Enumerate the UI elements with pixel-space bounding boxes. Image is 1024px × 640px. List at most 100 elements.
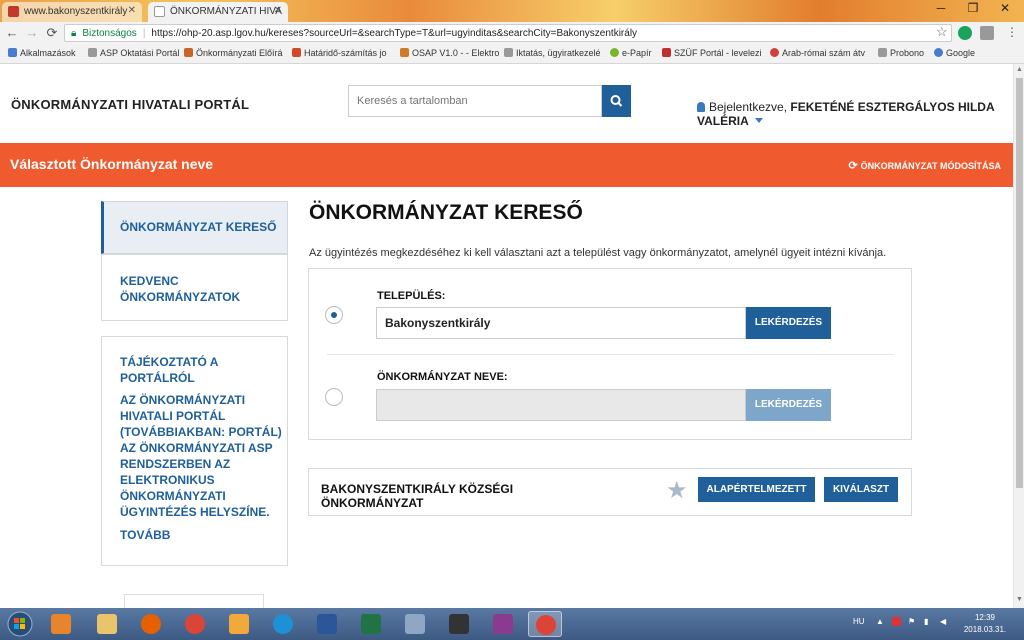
- bookmarks-bar: Alkalmazások ASP Oktatási Portál Önkormá…: [0, 44, 1024, 64]
- result-row: BAKONYSZENTKIRÁLY KÖZSÉGI ÖNKORMÁNYZAT ★…: [308, 468, 912, 516]
- info-box: TÁJÉKOZTATÓ A PORTÁLRÓL AZ ÖNKORMÁNYZATI…: [101, 336, 288, 566]
- select-button[interactable]: KIVÁLASZT: [824, 477, 898, 502]
- info-text-line: ÜGYINTÉZÉS HELYSZÍNE.: [120, 505, 270, 519]
- file-explorer-icon[interactable]: [90, 611, 124, 637]
- info-text-line: ELEKTRONIKUS: [120, 473, 215, 487]
- extension-icon[interactable]: [958, 26, 972, 40]
- scroll-down-icon[interactable]: ▼: [1016, 596, 1023, 603]
- security-label: Biztonságos: [82, 28, 137, 39]
- site-icon: [770, 48, 779, 57]
- settlement-input[interactable]: Bakonyszentkirály: [376, 307, 746, 339]
- banner-title: Választott Önkormányzat neve: [10, 156, 214, 172]
- bookmark-item[interactable]: Alkalmazások: [8, 48, 76, 58]
- result-name-line2: ÖNKORMÁNYZAT: [321, 496, 424, 510]
- windows-start-icon[interactable]: [2, 610, 38, 638]
- user-icon: [697, 102, 705, 112]
- bookmark-item[interactable]: Arab-római szám átv: [770, 48, 865, 58]
- scroll-thumb[interactable]: [1016, 78, 1023, 488]
- favorite-star-icon[interactable]: ★: [666, 476, 688, 505]
- search-input[interactable]: [348, 85, 602, 117]
- tray-app-icon[interactable]: [892, 617, 901, 626]
- chrome-active-icon[interactable]: [528, 611, 562, 637]
- clock-time: 12:39: [974, 613, 996, 622]
- tray-arrow-icon[interactable]: ▲: [876, 617, 884, 626]
- bookmark-item[interactable]: Iktatás, ügyiratkezelé: [504, 48, 601, 58]
- clock[interactable]: 12:39 2018.03.31.: [962, 612, 1008, 636]
- page-favicon-icon: [154, 6, 165, 17]
- set-default-button[interactable]: ALAPÉRTELMEZETT: [698, 477, 815, 502]
- internet-explorer-icon[interactable]: [266, 611, 300, 637]
- close-window-icon[interactable]: ✕: [992, 1, 1018, 15]
- app-icon[interactable]: [442, 611, 476, 637]
- firefox-icon[interactable]: [134, 611, 168, 637]
- maximize-icon[interactable]: ❐: [960, 1, 986, 15]
- page-scrollbar[interactable]: ▲ ▼: [1013, 64, 1024, 608]
- read-more-link[interactable]: TOVÁBB: [120, 527, 287, 543]
- minimize-icon[interactable]: ─: [928, 1, 954, 15]
- site-favicon-icon: [8, 6, 19, 17]
- flag-icon[interactable]: ⚑: [908, 617, 915, 626]
- user-menu[interactable]: Bejelentkezve, FEKETÉNÉ ESZTERGÁLYOS HIL…: [697, 100, 997, 128]
- close-tab-icon[interactable]: ✕: [128, 5, 136, 16]
- cast-icon[interactable]: [980, 26, 994, 40]
- logged-in-label: Bejelentkezve,: [709, 100, 788, 114]
- url-text: https://ohp-20.asp.lgov.hu/kereses?sourc…: [151, 28, 638, 39]
- site-icon: [662, 48, 671, 57]
- reload-icon[interactable]: ⟳: [44, 25, 60, 41]
- sidebar-item-municipality-search[interactable]: ÖNKORMÁNYZAT KERESŐ: [101, 201, 288, 254]
- info-text-line: RENDSZERBEN AZ: [120, 457, 231, 471]
- volume-icon[interactable]: ◀: [940, 617, 946, 626]
- bookmark-item[interactable]: e-Papír: [610, 48, 652, 58]
- bookmark-item[interactable]: Probono: [878, 48, 924, 58]
- browser-tab-1[interactable]: www.bakonyszentkirály ✕: [2, 2, 142, 22]
- bookmark-star-icon[interactable]: ☆: [936, 24, 948, 40]
- settlement-query-button[interactable]: LEKÉRDEZÉS: [746, 307, 831, 339]
- site-icon: [400, 48, 409, 57]
- form-divider: [327, 354, 893, 355]
- archive-icon[interactable]: [486, 611, 520, 637]
- page-icon: [504, 48, 513, 57]
- modify-municipality-link[interactable]: ⟳ ÖNKORMÁNYZAT MÓDOSÍTÁSA: [848, 159, 1001, 172]
- municipality-banner: Választott Önkormányzat neve ⟳ ÖNKORMÁNYZ…: [0, 143, 1013, 187]
- bookmark-item[interactable]: Google: [934, 48, 975, 58]
- bookmark-item[interactable]: Önkormányzati Előírá: [184, 48, 283, 58]
- back-icon[interactable]: ←: [4, 25, 20, 40]
- url-separator: |: [142, 28, 146, 39]
- page-icon: [878, 48, 887, 57]
- page-icon: [88, 48, 97, 57]
- search-button[interactable]: [602, 85, 631, 117]
- outlook-icon[interactable]: [222, 611, 256, 637]
- bookmark-item[interactable]: OSAP V1.0 - - Elektro: [400, 48, 499, 58]
- url-bar[interactable]: 🔒︎ Biztonságos | https://ohp-20.asp.lgov.hu…: [64, 24, 952, 42]
- site-header: ÖNKORMÁNYZATI HIVATALI PORTÁL Bejelentke…: [0, 64, 1013, 143]
- forward-icon[interactable]: →: [24, 25, 40, 40]
- bookmark-item[interactable]: ASP Oktatási Portál: [88, 48, 179, 58]
- excel-icon[interactable]: [354, 611, 388, 637]
- browser-tab-2[interactable]: ÖNKORMÁNYZATI HIVA ✕: [148, 2, 288, 22]
- language-indicator[interactable]: HU: [853, 617, 865, 626]
- menu-icon[interactable]: ⋮: [1006, 25, 1018, 39]
- page-title: ÖNKORMÁNYZAT KERESŐ: [309, 201, 583, 224]
- bookmark-item[interactable]: Határidő-számítás jo: [292, 48, 387, 58]
- sidebar-item-favorites[interactable]: KEDVENC ÖNKORMÁNYZATOK: [101, 254, 288, 321]
- close-tab-icon[interactable]: ✕: [274, 5, 282, 16]
- settlement-label: TELEPÜLÉS:: [377, 290, 446, 302]
- word-icon[interactable]: [310, 611, 344, 637]
- media-player-icon[interactable]: [44, 611, 78, 637]
- chrome-icon[interactable]: [178, 611, 212, 637]
- settlement-radio[interactable]: [325, 306, 343, 324]
- site-title[interactable]: ÖNKORMÁNYZATI HIVATALI PORTÁL: [11, 97, 249, 112]
- municipality-input[interactable]: [376, 389, 746, 421]
- result-name: BAKONYSZENTKIRÁLY KÖZSÉGI ÖNKORMÁNYZAT: [321, 482, 581, 510]
- os-taskbar: HU ▲ ⚑ ▮ ◀ 12:39 2018.03.31.: [0, 608, 1024, 640]
- municipality-radio[interactable]: [325, 388, 343, 406]
- scroll-up-icon[interactable]: ▲: [1016, 66, 1023, 73]
- info-title-line1: TÁJÉKOZTATÓ A: [120, 355, 219, 369]
- municipality-label: ÖNKORMÁNYZAT NEVE:: [377, 371, 508, 383]
- municipality-query-button[interactable]: LEKÉRDEZÉS: [746, 389, 831, 421]
- bookmark-item[interactable]: SZÜF Portál - levelezi: [662, 48, 762, 58]
- user-name-line2: VALÉRIA: [697, 114, 749, 128]
- search-form: TELEPÜLÉS: Bakonyszentkirály LEKÉRDEZÉS …: [308, 268, 912, 440]
- network-icon[interactable]: ▮: [924, 617, 928, 626]
- calculator-icon[interactable]: [398, 611, 432, 637]
